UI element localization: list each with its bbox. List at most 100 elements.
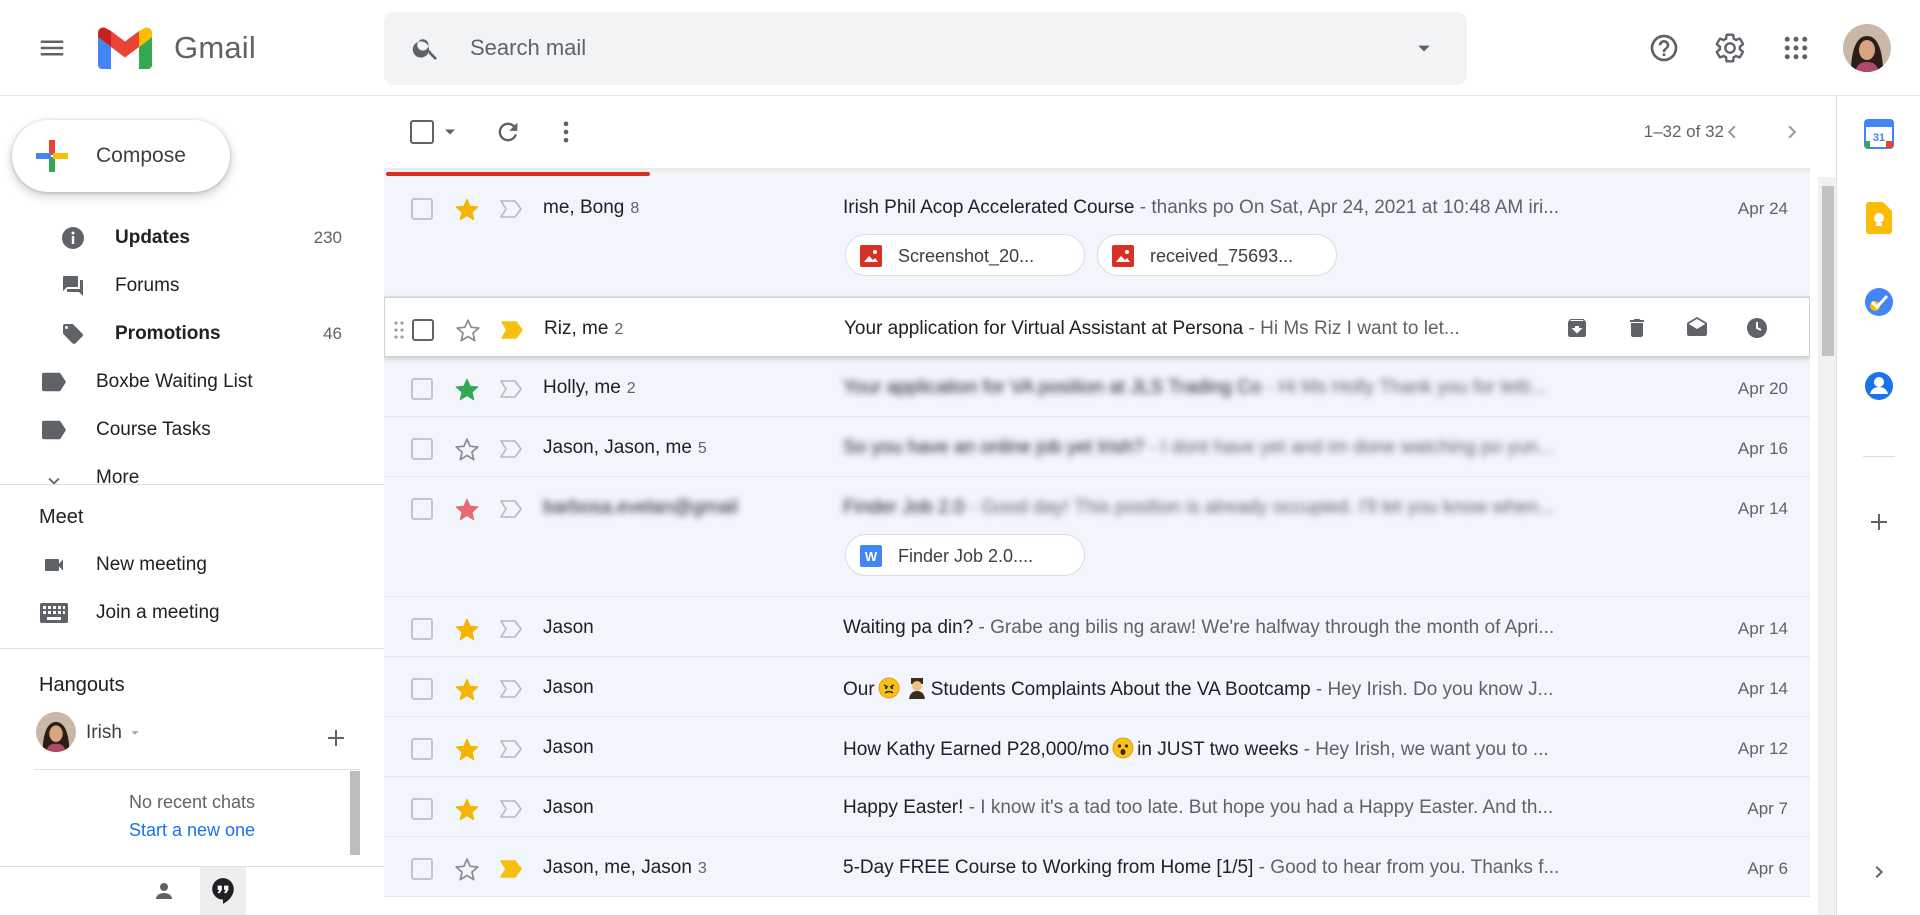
star-toggle[interactable] — [454, 677, 480, 703]
message-subject-start: How Kathy Earned P28,000/mo — [843, 739, 1110, 760]
star-toggle[interactable] — [454, 437, 480, 463]
compose-button[interactable]: Compose — [12, 120, 230, 192]
message-preview: Your application for Virtual Assistant a… — [844, 318, 1554, 340]
contacts-tab-button[interactable] — [146, 873, 182, 909]
contacts-icon — [1865, 372, 1893, 400]
sidebar-item-boxbe-waiting-list[interactable]: Boxbe Waiting List — [0, 359, 370, 405]
message-row[interactable]: barbosa.evelan@gmail Finder Job 2.0 - Goo… — [384, 477, 1810, 597]
row-checkbox[interactable] — [411, 198, 433, 220]
star-toggle[interactable] — [454, 737, 480, 763]
drag-handle-icon[interactable] — [393, 320, 405, 340]
sidebar-item-label: Course Tasks — [96, 419, 211, 440]
message-row[interactable]: Jason Waiting pa din? - Grabe ang bilis n… — [384, 597, 1810, 657]
sidebar-item-more[interactable]: More — [0, 455, 370, 484]
row-checkbox[interactable] — [411, 378, 433, 400]
row-checkbox[interactable] — [412, 319, 434, 341]
row-checkbox[interactable] — [411, 438, 433, 460]
join-meeting-button[interactable]: Join a meeting — [0, 590, 370, 636]
message-row[interactable]: Jason Our Students Complaints About the VA… — [384, 657, 1810, 717]
search-input[interactable] — [468, 28, 1368, 68]
important-toggle[interactable] — [498, 679, 524, 699]
star-toggle[interactable] — [454, 197, 480, 223]
sidebar-item-promotions[interactable]: Promotions 46 — [0, 311, 370, 357]
row-checkbox[interactable] — [411, 678, 433, 700]
row-checkbox[interactable] — [411, 738, 433, 760]
contacts-app-button[interactable] — [1855, 362, 1903, 410]
mark-as-read-button[interactable] — [1677, 308, 1717, 348]
help-button[interactable] — [1640, 24, 1688, 72]
row-checkbox[interactable] — [411, 798, 433, 820]
gmail-logo-icon[interactable] — [98, 27, 152, 69]
list-scrollbar-thumb[interactable] — [1822, 186, 1834, 356]
account-avatar[interactable] — [1843, 24, 1891, 72]
message-preview: Waiting pa din? - Grabe ang bilis ng ara… — [843, 617, 1643, 639]
important-toggle[interactable] — [498, 199, 524, 219]
star-toggle[interactable] — [454, 857, 480, 883]
attachment-chip[interactable]: received_75693... — [1097, 234, 1337, 276]
hide-side-panel-button[interactable] — [1855, 848, 1903, 896]
start-new-chat-link[interactable]: Start a new one — [34, 820, 350, 841]
important-toggle[interactable] — [498, 739, 524, 759]
important-toggle[interactable] — [498, 619, 524, 639]
important-toggle[interactable] — [498, 799, 524, 819]
attachment-chip[interactable]: Screenshot_20... — [845, 234, 1085, 276]
star-toggle[interactable] — [454, 617, 480, 643]
archive-button[interactable] — [1557, 308, 1597, 348]
important-toggle[interactable] — [499, 320, 525, 340]
chevron-right-icon — [1875, 866, 1883, 878]
star-toggle[interactable] — [454, 377, 480, 403]
message-row[interactable]: Jason, Jason, me 5 So you have an online j… — [384, 417, 1810, 477]
new-conversation-button[interactable] — [316, 718, 356, 758]
refresh-button[interactable] — [488, 112, 528, 152]
row-checkbox[interactable] — [411, 498, 433, 520]
star-toggle[interactable] — [454, 497, 480, 523]
snooze-button[interactable] — [1737, 308, 1777, 348]
keep-app-button[interactable] — [1855, 194, 1903, 242]
main-menu-button[interactable] — [28, 24, 76, 72]
message-row[interactable]: Riz, me 2 Your application for Virtual Ass… — [384, 297, 1810, 357]
unread-count: 230 — [313, 228, 342, 247]
message-snippet: - I know it's a tad too late. But hope y… — [963, 797, 1554, 818]
message-row[interactable]: Jason Happy Easter! - I know it's a tad t… — [384, 777, 1810, 837]
hangouts-tab-button[interactable] — [200, 867, 246, 915]
google-apps-button[interactable] — [1772, 24, 1820, 72]
search-button[interactable] — [402, 24, 450, 72]
caret-down-icon — [1418, 45, 1430, 52]
sidebar-item-course-tasks[interactable]: Course Tasks — [0, 407, 370, 453]
new-meeting-button[interactable]: New meeting — [0, 542, 370, 588]
older-page-button[interactable] — [1772, 112, 1812, 152]
hangouts-scrollbar[interactable] — [350, 771, 360, 855]
search-options-button[interactable] — [1400, 24, 1448, 72]
sidebar-item-forums[interactable]: Forums — [0, 263, 370, 309]
message-subject: Irish Phil Acop Accelerated Course — [843, 197, 1135, 218]
attachment-chip[interactable]: W Finder Job 2.0.... — [845, 534, 1085, 576]
star-toggle[interactable] — [455, 318, 481, 344]
more-actions-button[interactable] — [546, 112, 586, 152]
get-addons-button[interactable] — [1855, 498, 1903, 546]
calendar-app-button[interactable]: 31 — [1855, 110, 1903, 158]
select-options-button[interactable] — [440, 122, 460, 142]
forum-icon — [61, 274, 85, 298]
sidebar-item-updates[interactable]: Updates 230 — [0, 215, 370, 261]
message-row[interactable]: Jason, me, Jason 3 5-Day FREE Course to Wo… — [384, 837, 1810, 897]
starred-icon — [455, 738, 479, 761]
row-checkbox[interactable] — [411, 618, 433, 640]
row-checkbox[interactable] — [411, 858, 433, 880]
newer-page-button[interactable] — [1712, 112, 1752, 152]
product-name: Gmail — [174, 30, 256, 65]
select-all-checkbox[interactable] — [410, 120, 434, 144]
message-snippet: - Hey Irish. Do you know J... — [1310, 679, 1554, 700]
important-toggle[interactable] — [498, 439, 524, 459]
important-toggle[interactable] — [498, 379, 524, 399]
settings-button[interactable] — [1706, 24, 1754, 72]
star-toggle[interactable] — [454, 797, 480, 823]
message-row[interactable]: Jason How Kathy Earned P28,000/mo in JUST … — [384, 717, 1810, 777]
tasks-app-button[interactable] — [1855, 278, 1903, 326]
message-row[interactable]: Holly, me 2 Your application for VA positi… — [384, 357, 1810, 417]
message-snippet: - Hi Ms Holly Thank you for letti... — [1261, 377, 1546, 398]
chevron-down-icon — [42, 469, 66, 484]
important-toggle[interactable] — [498, 859, 524, 879]
message-row[interactable]: me, Bong 8 Irish Phil Acop Accelerated Cou… — [384, 177, 1810, 297]
delete-button[interactable] — [1617, 308, 1657, 348]
important-toggle[interactable] — [498, 499, 524, 519]
